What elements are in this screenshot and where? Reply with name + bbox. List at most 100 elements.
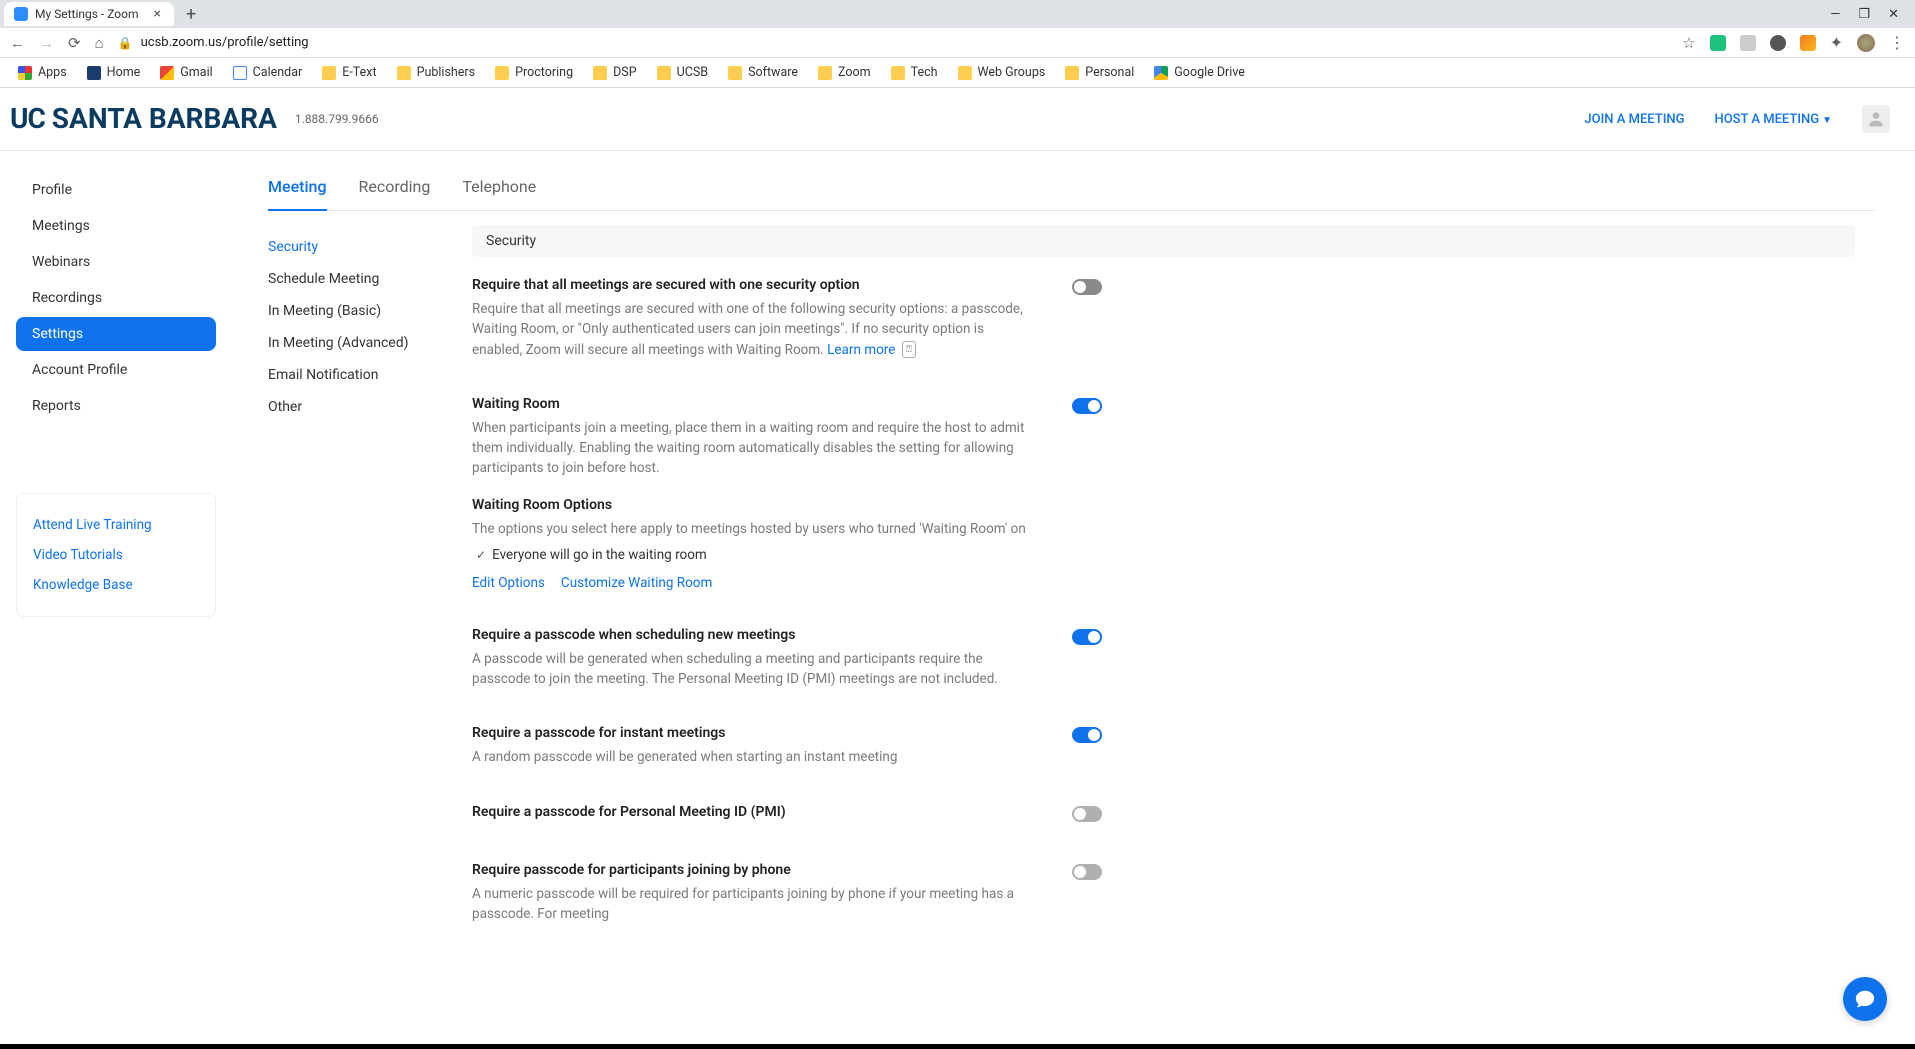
- drive-icon: [1154, 66, 1168, 80]
- toggle-passcode-scheduling[interactable]: [1072, 629, 1102, 645]
- subnav-email-notification[interactable]: Email Notification: [268, 359, 448, 391]
- reload-icon[interactable]: ⟳: [68, 34, 81, 52]
- bookmark-personal[interactable]: Personal: [1057, 62, 1142, 83]
- main-area: Profile Meetings Webinars Recordings Set…: [0, 151, 1915, 990]
- bookmark-calendar[interactable]: Calendar: [225, 62, 311, 83]
- folder-icon: [958, 66, 972, 80]
- toggle-passcode-phone[interactable]: [1072, 864, 1102, 880]
- extension-icon[interactable]: [1800, 35, 1816, 51]
- ucsb-icon: [87, 66, 101, 80]
- toggle-waiting-room[interactable]: [1072, 398, 1102, 414]
- gmail-icon: [160, 66, 174, 80]
- subnav-in-meeting-advanced[interactable]: In Meeting (Advanced): [268, 327, 448, 359]
- address-bar: ← → ⟳ ⌂ 🔒 ucsb.zoom.us/profile/setting ☆…: [0, 28, 1915, 58]
- zoom-favicon: [14, 7, 28, 21]
- extension-icon[interactable]: [1740, 35, 1756, 51]
- waiting-room-actions: Edit Options Customize Waiting Room: [472, 575, 1032, 591]
- new-tab-button[interactable]: +: [174, 4, 208, 25]
- sub-nav: Security Schedule Meeting In Meeting (Ba…: [268, 225, 448, 960]
- join-meeting-link[interactable]: JOIN A MEETING: [1584, 112, 1684, 127]
- bookmark-gmail[interactable]: Gmail: [152, 62, 220, 83]
- home-icon[interactable]: ⌂: [95, 34, 104, 52]
- info-badge-icon[interactable]: ⍰: [902, 341, 916, 358]
- chat-icon: [1854, 988, 1876, 1010]
- folder-icon: [322, 66, 336, 80]
- sidebar-item-meetings[interactable]: Meetings: [16, 209, 216, 243]
- browser-tab[interactable]: My Settings - Zoom ×: [4, 2, 174, 26]
- setting-passcode-phone: Require passcode for participants joinin…: [472, 862, 1855, 925]
- subnav-in-meeting-basic[interactable]: In Meeting (Basic): [268, 295, 448, 327]
- folder-icon: [397, 66, 411, 80]
- tab-recording[interactable]: Recording: [359, 167, 431, 210]
- extension-icons: ✦ ⋮: [1710, 33, 1905, 52]
- waiting-room-options-title: Waiting Room Options: [472, 497, 1032, 513]
- forward-icon[interactable]: →: [39, 34, 54, 52]
- minimize-icon[interactable]: —: [1830, 7, 1840, 22]
- support-box: Attend Live Training Video Tutorials Kno…: [16, 493, 216, 617]
- folder-icon: [818, 66, 832, 80]
- support-video-tutorials[interactable]: Video Tutorials: [33, 540, 199, 570]
- subnav-security[interactable]: Security: [268, 231, 448, 263]
- page-header: UC SANTA BARBARA 1.888.799.9666 JOIN A M…: [0, 88, 1915, 151]
- bookmark-tech[interactable]: Tech: [883, 62, 946, 83]
- tab-close-icon[interactable]: ×: [151, 6, 164, 22]
- extensions-puzzle-icon[interactable]: ✦: [1830, 33, 1843, 52]
- subnav-schedule-meeting[interactable]: Schedule Meeting: [268, 263, 448, 295]
- toggle-passcode-pmi[interactable]: [1072, 806, 1102, 822]
- bookmark-dsp[interactable]: DSP: [585, 62, 645, 83]
- toggle-passcode-instant[interactable]: [1072, 727, 1102, 743]
- settings-content: Security Require that all meetings are s…: [472, 225, 1875, 960]
- ucsb-logo[interactable]: UC SANTA BARBARA: [10, 102, 277, 136]
- profile-avatar-icon[interactable]: [1857, 34, 1875, 52]
- sidebar-item-profile[interactable]: Profile: [16, 173, 216, 207]
- sidebar-item-recordings[interactable]: Recordings: [16, 281, 216, 315]
- chrome-menu-icon[interactable]: ⋮: [1889, 33, 1905, 52]
- sidebar-item-account-profile[interactable]: Account Profile: [16, 353, 216, 387]
- bookmark-zoom[interactable]: Zoom: [810, 62, 879, 83]
- bookmark-star-icon[interactable]: ☆: [1682, 34, 1695, 52]
- setting-passcode-pmi: Require a passcode for Personal Meeting …: [472, 804, 1855, 826]
- subnav-other[interactable]: Other: [268, 391, 448, 423]
- host-meeting-dropdown[interactable]: HOST A MEETING▼: [1714, 112, 1832, 127]
- chat-bubble-button[interactable]: [1843, 977, 1887, 1021]
- bookmark-publishers[interactable]: Publishers: [389, 62, 484, 83]
- check-icon: ✓: [476, 548, 486, 562]
- extension-icon[interactable]: [1770, 35, 1786, 51]
- bookmark-software[interactable]: Software: [720, 62, 806, 83]
- sidebar-item-settings[interactable]: Settings: [16, 317, 216, 351]
- user-avatar-icon[interactable]: [1862, 105, 1890, 133]
- section-header-security: Security: [472, 225, 1855, 257]
- tab-telephone[interactable]: Telephone: [462, 167, 536, 210]
- bookmark-ucsb[interactable]: UCSB: [649, 62, 716, 83]
- support-knowledge-base[interactable]: Knowledge Base: [33, 570, 199, 600]
- maximize-icon[interactable]: ❐: [1858, 7, 1870, 22]
- window-controls: — ❐ ✕: [1830, 7, 1911, 22]
- bookmark-webgroups[interactable]: Web Groups: [950, 62, 1054, 83]
- bookmark-home[interactable]: Home: [79, 62, 149, 83]
- back-icon[interactable]: ←: [10, 34, 25, 52]
- customize-waiting-room-link[interactable]: Customize Waiting Room: [561, 575, 712, 591]
- url-field[interactable]: 🔒 ucsb.zoom.us/profile/setting: [118, 35, 1669, 50]
- sidebar-item-webinars[interactable]: Webinars: [16, 245, 216, 279]
- folder-icon: [593, 66, 607, 80]
- bookmark-gdrive[interactable]: Google Drive: [1146, 62, 1253, 83]
- setting-title: Require that all meetings are secured wi…: [472, 277, 1032, 293]
- settings-tabs: Meeting Recording Telephone: [268, 167, 1875, 211]
- bookmark-proctoring[interactable]: Proctoring: [487, 62, 581, 83]
- learn-more-link[interactable]: Learn more: [827, 342, 895, 358]
- apps-icon: [18, 66, 32, 80]
- taskbar: [0, 1044, 1915, 1049]
- support-live-training[interactable]: Attend Live Training: [33, 510, 199, 540]
- setting-title: Require a passcode for Personal Meeting …: [472, 804, 1032, 820]
- browser-chrome: My Settings - Zoom × + — ❐ ✕ ← → ⟳ ⌂ 🔒 u…: [0, 0, 1915, 88]
- bookmark-etext[interactable]: E-Text: [314, 62, 384, 83]
- grammarly-icon[interactable]: [1710, 35, 1726, 51]
- bookmark-apps[interactable]: Apps: [10, 62, 75, 83]
- folder-icon: [495, 66, 509, 80]
- edit-options-link[interactable]: Edit Options: [472, 575, 545, 591]
- close-window-icon[interactable]: ✕: [1888, 7, 1899, 22]
- folder-icon: [728, 66, 742, 80]
- tab-meeting[interactable]: Meeting: [268, 167, 327, 210]
- folder-icon: [891, 66, 905, 80]
- sidebar-item-reports[interactable]: Reports: [16, 389, 216, 423]
